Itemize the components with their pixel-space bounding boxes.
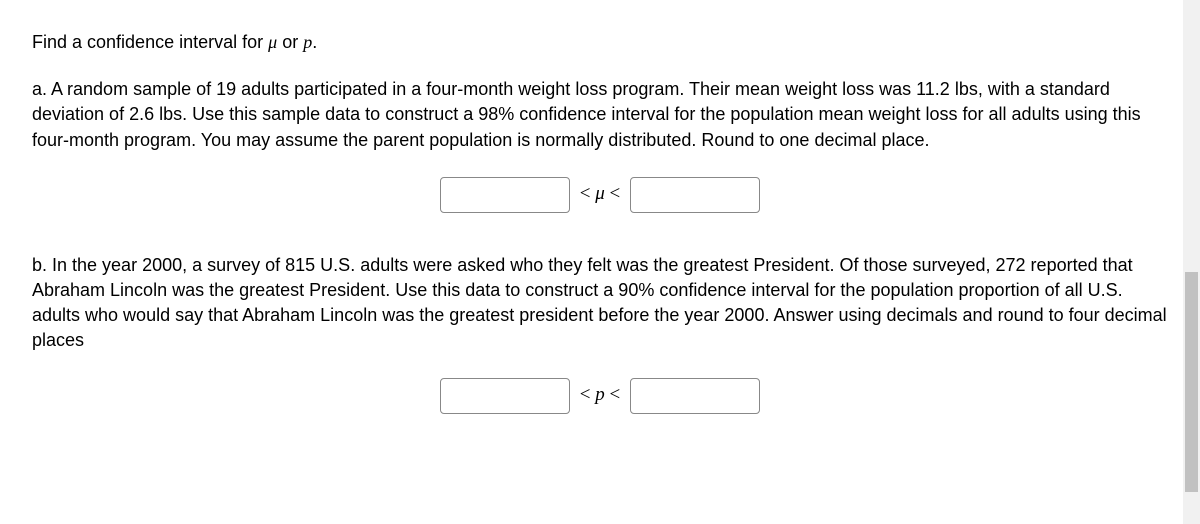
lt1-b: < <box>580 384 591 405</box>
upper-bound-input-a[interactable] <box>630 177 760 213</box>
answer-row-b: < p < <box>32 378 1168 414</box>
lt1-a: < <box>580 183 591 204</box>
mu-var: μ <box>268 32 277 52</box>
mu-symbol-a: μ <box>595 183 605 204</box>
scrollbar-track[interactable] <box>1183 0 1200 524</box>
lt2-a: < <box>610 183 621 204</box>
answer-row-a: < μ < <box>32 177 1168 213</box>
intro-prefix: Find a confidence interval for <box>32 32 268 52</box>
p-symbol-b: p <box>595 384 605 405</box>
question-b-block: b. In the year 2000, a survey of 815 U.S… <box>32 253 1168 414</box>
question-a-block: a. A random sample of 19 adults particip… <box>32 77 1168 213</box>
intro-text: Find a confidence interval for μ or p. <box>32 30 1168 55</box>
lt2-b: < <box>610 384 621 405</box>
inequality-b: < p < <box>580 382 620 409</box>
intro-suffix: . <box>312 32 317 52</box>
scrollbar-thumb[interactable] <box>1185 272 1198 492</box>
lower-bound-input-b[interactable] <box>440 378 570 414</box>
question-a-text: a. A random sample of 19 adults particip… <box>32 77 1168 153</box>
p-var: p <box>303 32 312 52</box>
question-b-text: b. In the year 2000, a survey of 815 U.S… <box>32 253 1168 354</box>
intro-mid: or <box>277 32 303 52</box>
inequality-a: < μ < <box>580 181 620 208</box>
upper-bound-input-b[interactable] <box>630 378 760 414</box>
lower-bound-input-a[interactable] <box>440 177 570 213</box>
